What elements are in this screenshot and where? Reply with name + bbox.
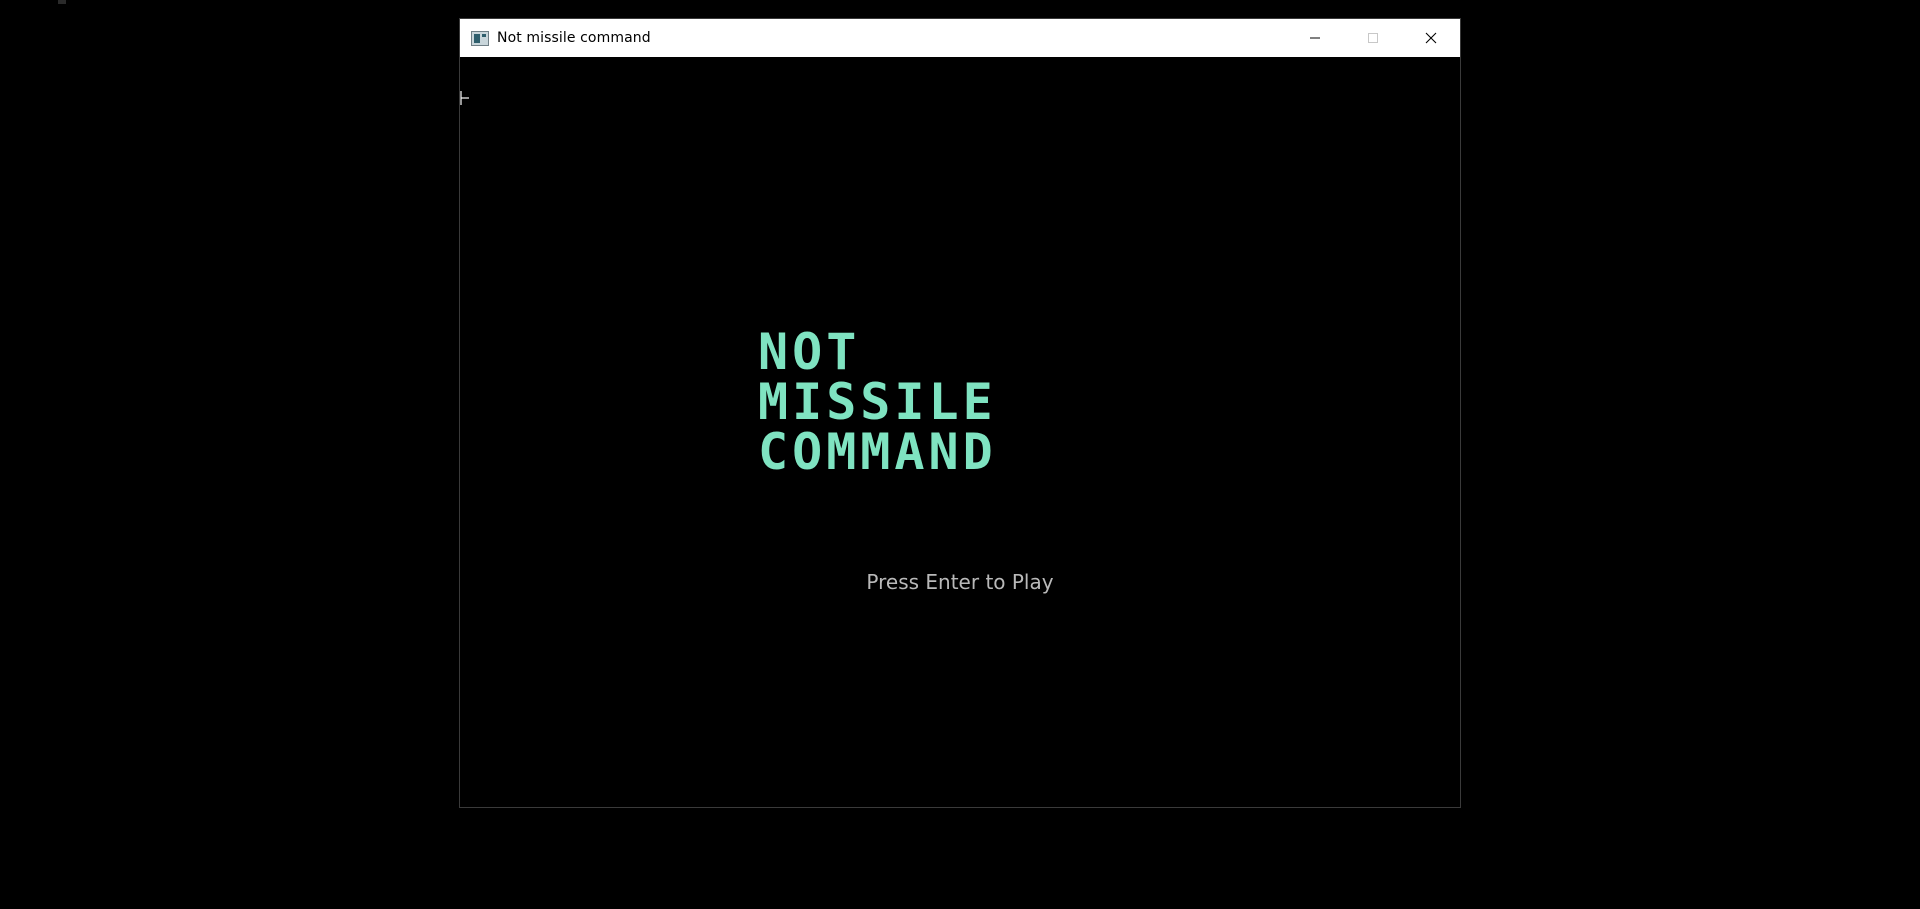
desktop: Not missile command NOT MISSILE COMMAND … xyxy=(0,0,1920,909)
close-button[interactable] xyxy=(1402,19,1460,57)
press-enter-prompt: Press Enter to Play xyxy=(866,570,1054,594)
desktop-corner-mark xyxy=(58,0,66,4)
window-title: Not missile command xyxy=(497,30,651,46)
maximize-icon xyxy=(1368,33,1378,43)
game-logo: NOT MISSILE COMMAND xyxy=(758,327,1198,477)
game-canvas[interactable]: NOT MISSILE COMMAND Press Enter to Play xyxy=(460,57,1460,807)
close-icon xyxy=(1425,32,1437,44)
maximize-button[interactable] xyxy=(1344,19,1402,57)
logo-line-3: COMMAND xyxy=(758,423,997,477)
crosshair-cursor-icon xyxy=(460,91,469,105)
minimize-icon xyxy=(1310,37,1320,39)
game-window: Not missile command NOT MISSILE COMMAND … xyxy=(459,18,1461,808)
app-window-icon xyxy=(471,30,489,46)
caption-buttons xyxy=(1286,19,1460,57)
title-bar[interactable]: Not missile command xyxy=(460,19,1460,57)
minimize-button[interactable] xyxy=(1286,19,1344,57)
